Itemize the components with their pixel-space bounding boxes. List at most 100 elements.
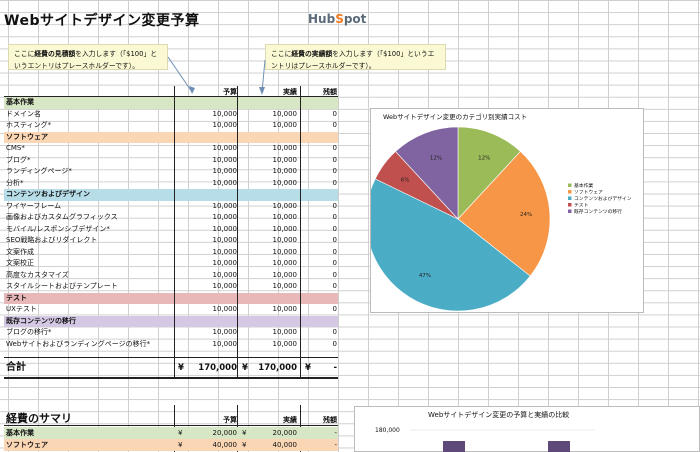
currency-symbol: ¥ (242, 429, 247, 437)
item-label: ランディングページ* (6, 167, 72, 175)
pie-chart-title: Webサイトデザイン変更のカテゴリ別実績コスト (383, 112, 527, 121)
budget-cell: 10,000 (212, 339, 238, 348)
table-row[interactable]: ブログ* 10,000 10,000 0 (4, 155, 338, 167)
item-label: UXテスト (6, 305, 37, 313)
legend-swatch (568, 196, 572, 200)
category-row[interactable]: ソフトウェア (4, 131, 338, 143)
table-row[interactable]: ワイヤーフレーム 10,000 10,000 0 (4, 201, 338, 213)
remaining-cell: 0 (332, 178, 337, 187)
remaining-cell: 0 (332, 201, 337, 210)
actual-cell: 10,000 (272, 109, 298, 118)
bar-chart[interactable]: Webサイトデザイン変更の予算と実績の比較 180,000 (354, 406, 700, 452)
legend-label: 既存コンテンツの移行 (574, 208, 622, 215)
legend-label: ソフトウェア (574, 189, 603, 196)
actual-cell: 10,000 (272, 144, 298, 152)
item-label: 文案校正 (6, 259, 34, 267)
col-divider (237, 86, 238, 378)
pie-data-label: 47% (419, 273, 431, 279)
bar-chart-title: Webサイトデザイン変更の予算と実績の比較 (428, 410, 569, 419)
budget-cell: 10,000 (212, 236, 238, 244)
budget-cell: 10,000 (212, 247, 238, 256)
currency-symbol: ¥ (178, 441, 183, 449)
pie-data-label: 24% (520, 212, 532, 218)
remaining-cell: 0 (332, 282, 337, 290)
summary-budget: 40,000 (212, 441, 238, 449)
item-label: 画像およびカスタムグラフィックス (6, 213, 118, 221)
table-row[interactable]: 文案校正 10,000 10,000 0 (4, 258, 338, 270)
table-row[interactable]: モバイル/レスポンシブデザイン* 10,000 10,000 0 (4, 224, 338, 236)
table-row[interactable]: ホスティング* 10,000 10,000 0 (4, 120, 338, 132)
category-label: 既存コンテンツの移行 (6, 316, 76, 325)
remaining-cell: 0 (332, 339, 337, 348)
summary-divider (4, 425, 338, 426)
budget-cell: 10,000 (212, 259, 238, 267)
actual-cell: 10,000 (272, 224, 298, 233)
remaining-cell: 0 (332, 155, 337, 164)
item-label: ドメイン名 (6, 109, 41, 118)
bar[interactable] (548, 441, 570, 452)
budget-cell: 10,000 (212, 224, 238, 233)
summary-row[interactable]: 基本作業 ¥20,000 ¥20,000 - (4, 427, 338, 439)
actual-cell: 10,000 (272, 328, 298, 336)
budget-cell: 10,000 (212, 305, 238, 313)
actual-cell: 10,000 (272, 305, 298, 313)
table-row[interactable]: 分析* 10,000 10,000 0 (4, 178, 338, 190)
pie-chart[interactable]: Webサイトデザイン変更のカテゴリ別実績コスト 12% 24% 47% 6% 12% 基本… (365, 108, 644, 313)
summary-budget: 20,000 (212, 429, 238, 437)
summary-label: 基本作業 (6, 429, 34, 437)
actual-cell: 10,000 (272, 259, 298, 267)
table-row[interactable]: CMS* 10,000 10,000 0 (4, 143, 338, 155)
actual-cell: 10,000 (272, 282, 298, 290)
table-row[interactable]: 画像およびカスタムグラフィックス 10,000 10,000 0 (4, 212, 338, 224)
table-row[interactable]: UXテスト 10,000 10,000 0 (4, 304, 338, 316)
budget-cell: 10,000 (212, 178, 238, 187)
total-row[interactable]: 合計 ¥ 170,000 ¥ 170,000 ¥ - (4, 362, 338, 374)
actual-cell: 10,000 (272, 247, 298, 256)
item-label: CMS* (6, 144, 25, 152)
remaining-cell: 0 (332, 247, 337, 256)
summary-actual: 40,000 (272, 441, 298, 449)
budget-cell: 10,000 (212, 270, 238, 279)
actual-cell: 10,000 (272, 339, 298, 348)
category-row[interactable]: テスト (4, 292, 338, 304)
actual-cell: 10,000 (272, 155, 298, 164)
bar-chart-ytick: 180,000 (375, 427, 400, 434)
category-row[interactable]: 基本作業 (4, 97, 338, 109)
table-row[interactable]: ドメイン名 10,000 10,000 0 (4, 109, 338, 121)
budget-cell: 10,000 (212, 201, 238, 210)
budget-cell: 10,000 (212, 167, 238, 175)
legend-label: コンテンツおよびデザイン (574, 195, 632, 202)
table-row[interactable]: ブログの移行* 10,000 10,000 0 (4, 327, 338, 339)
col-divider (300, 86, 301, 378)
currency-symbol: ¥ (242, 441, 247, 449)
table-row[interactable]: スタイルシートおよびテンプレート 10,000 10,000 0 (4, 281, 338, 293)
item-label: SEO戦略およびリダイレクト (6, 236, 98, 244)
item-label: ホスティング* (6, 121, 52, 129)
table-row[interactable]: ランディングページ* 10,000 10,000 0 (4, 166, 338, 178)
currency-symbol: ¥ (178, 429, 183, 437)
bar[interactable] (443, 441, 465, 452)
item-label: スタイルシートおよびテンプレート (6, 282, 118, 290)
category-label: テスト (6, 293, 27, 302)
table-row[interactable]: SEO戦略およびリダイレクト 10,000 10,000 0 (4, 235, 338, 247)
category-label: ソフトウェア (6, 132, 48, 141)
remaining-cell: 0 (332, 224, 337, 233)
remaining-cell: 0 (332, 109, 337, 118)
summary-row[interactable]: ソフトウェア ¥40,000 ¥40,000 - (4, 439, 338, 451)
actual-cell: 10,000 (272, 236, 298, 244)
table-row[interactable]: Webサイトおよびランディングページの移行* 10,000 10,000 0 (4, 339, 338, 351)
actual-cell: 10,000 (272, 270, 298, 279)
item-label: Webサイトおよびランディングページの移行* (6, 339, 151, 348)
col-divider (174, 86, 175, 378)
pie-data-label: 12% (430, 155, 442, 161)
total-divider-top (4, 357, 338, 358)
remaining-cell: 0 (332, 328, 337, 336)
category-row[interactable]: 既存コンテンツの移行 (4, 315, 338, 327)
table-row[interactable]: 文案作成 10,000 10,000 0 (4, 247, 338, 259)
table-row[interactable]: 高度なカスタマイズ 10,000 10,000 0 (4, 270, 338, 282)
remaining-cell: 0 (332, 305, 337, 313)
item-label: 文案作成 (6, 247, 34, 256)
category-row[interactable]: コンテンツおよびデザイン (4, 189, 338, 201)
remaining-cell: 0 (332, 213, 337, 221)
item-label: モバイル/レスポンシブデザイン* (6, 224, 110, 233)
